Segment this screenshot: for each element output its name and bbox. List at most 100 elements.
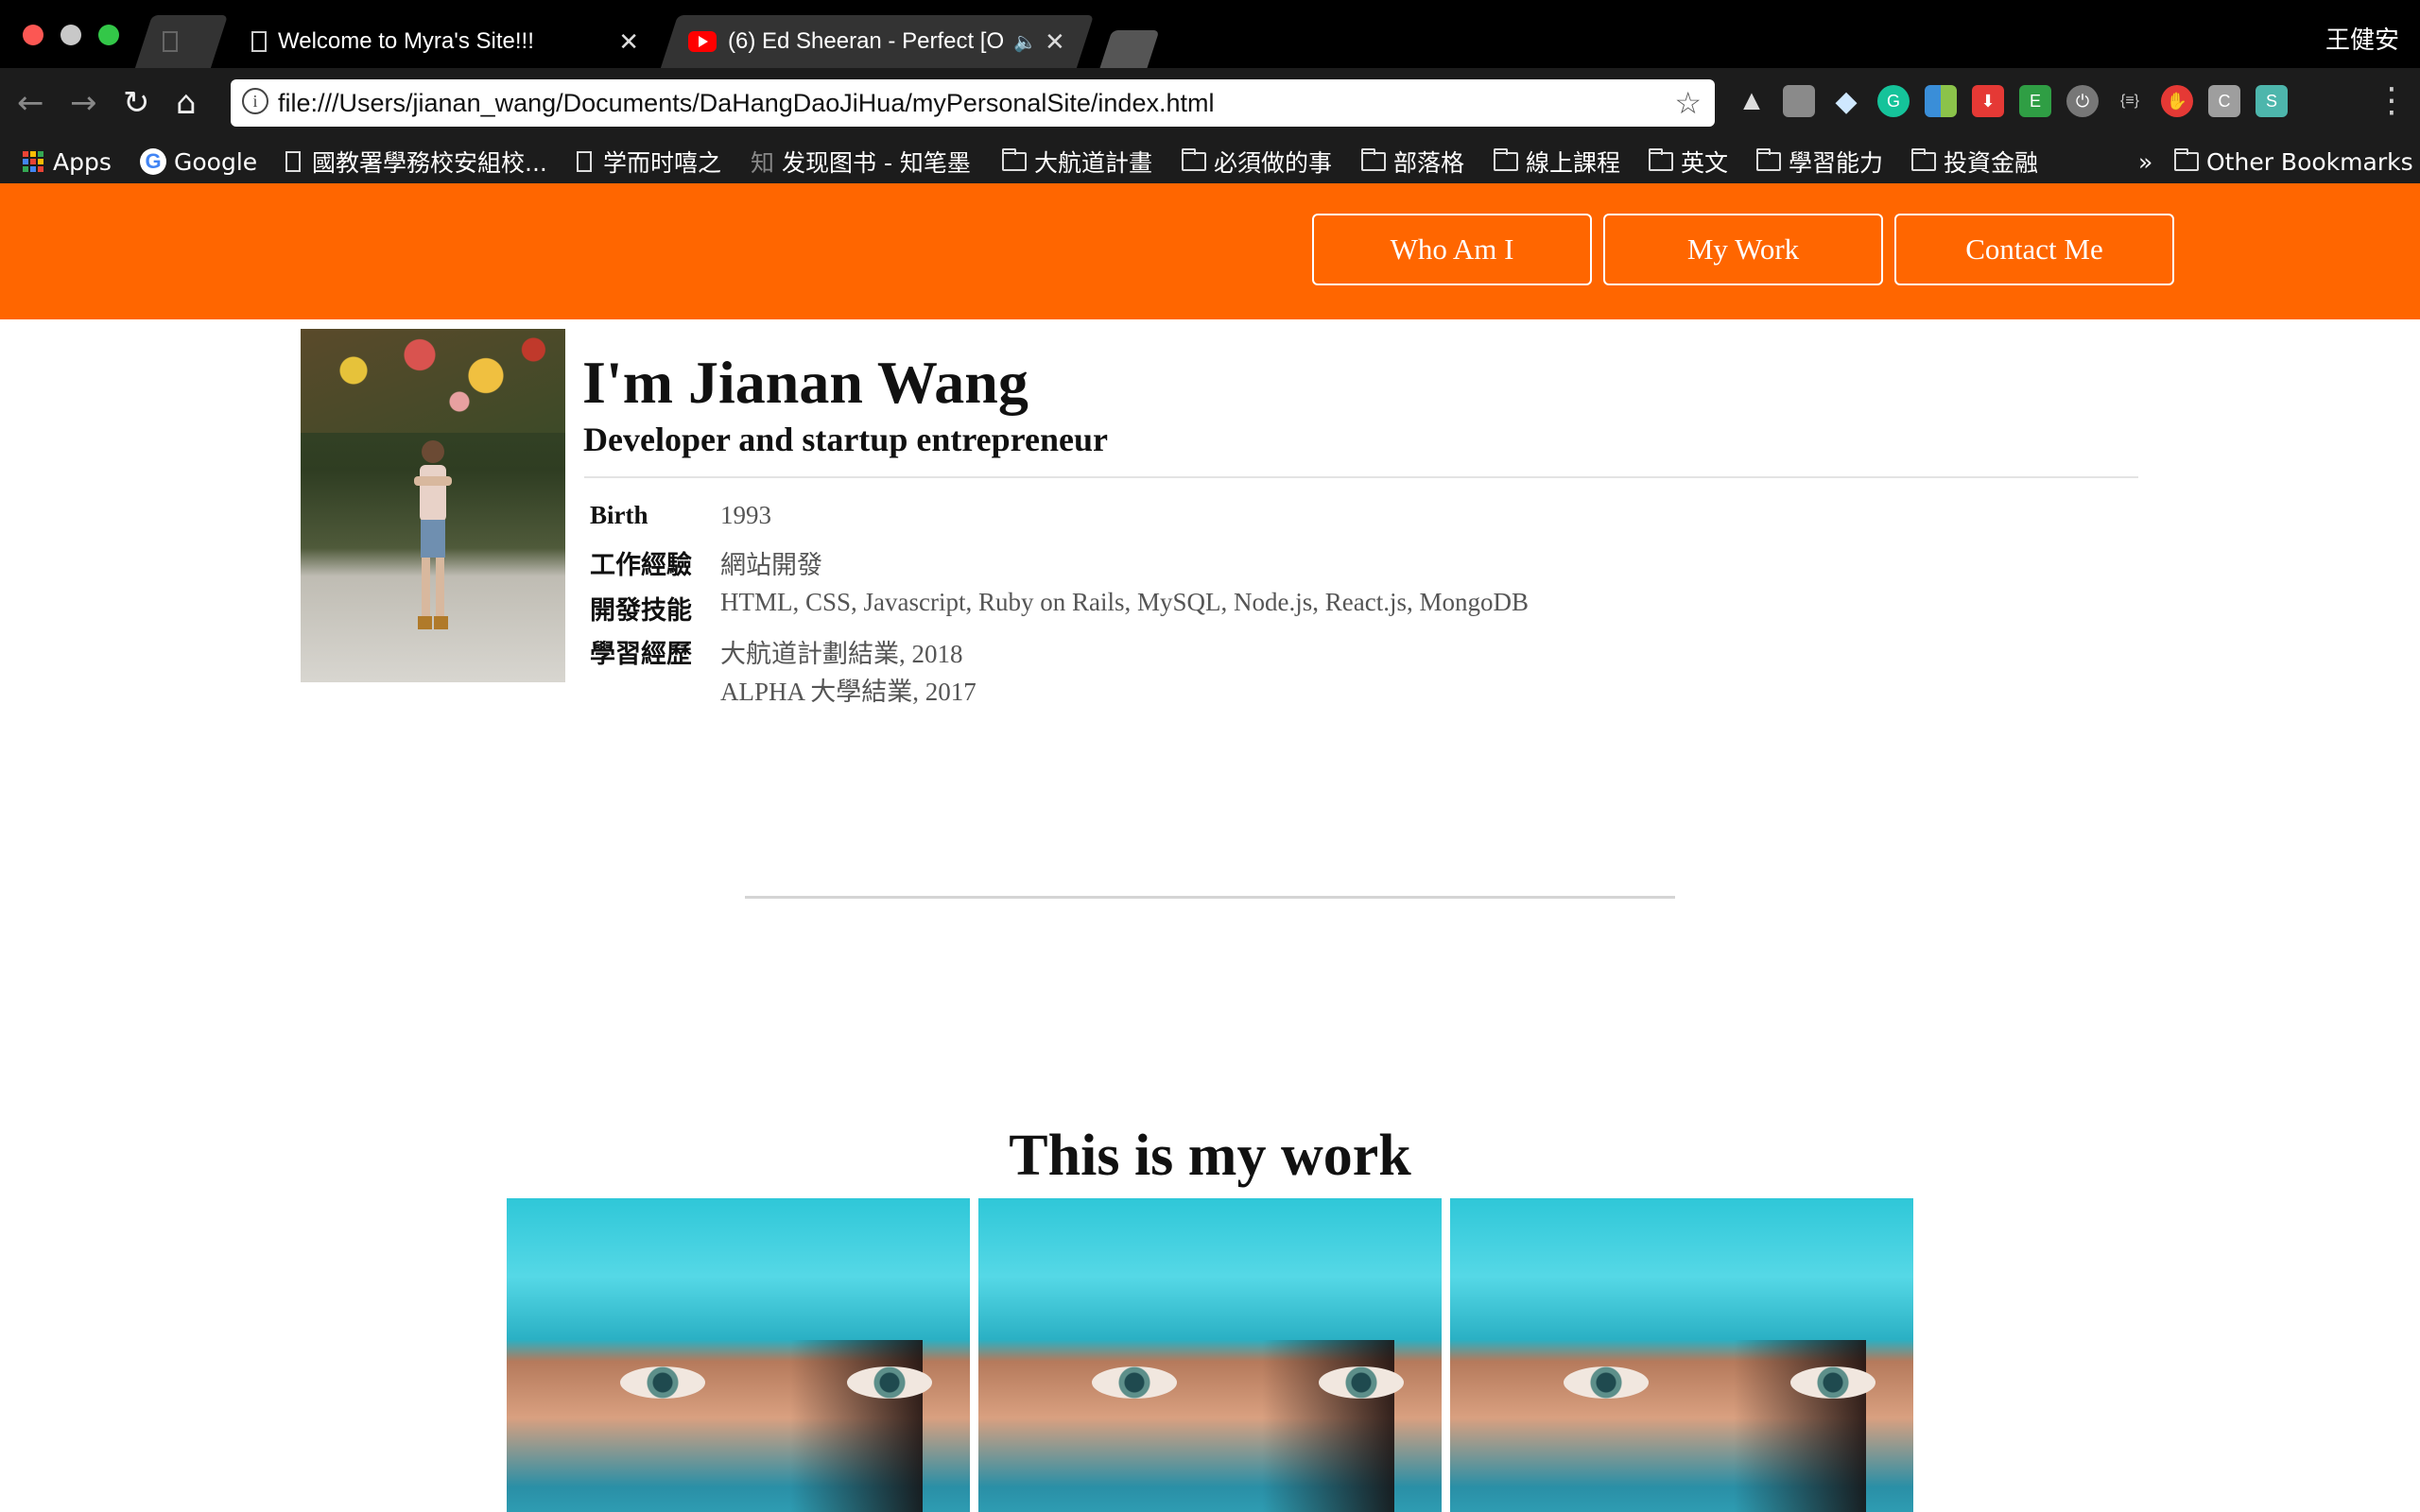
tab-blank[interactable] bbox=[134, 15, 229, 68]
folder-icon bbox=[1361, 148, 1386, 171]
info-value-secondary: ALPHA 大學結業, 2017 bbox=[720, 678, 977, 706]
bookmark-label: 部落格 bbox=[1393, 149, 1465, 177]
json-extension-icon[interactable]: {≡} bbox=[2114, 85, 2146, 117]
zhi-icon: 知 bbox=[751, 149, 775, 177]
home-icon[interactable]: ⌂ bbox=[176, 85, 197, 121]
page-icon bbox=[577, 151, 592, 172]
info-value: 大航道計劃結業, 2018 bbox=[720, 640, 963, 668]
info-icon[interactable]: i bbox=[242, 88, 268, 114]
forward-arrow-icon[interactable]: → bbox=[70, 85, 97, 121]
bookmark-folder-finance[interactable]: 投資金融 bbox=[1911, 140, 2038, 183]
tab-strip: Welcome to Myra's Site!!! ✕ (6) Ed Sheer… bbox=[0, 0, 2420, 68]
window-minimize-button[interactable] bbox=[60, 25, 81, 45]
bookmark-label: 投資金融 bbox=[1944, 149, 2039, 177]
close-tab-icon[interactable]: ✕ bbox=[1045, 27, 1065, 57]
address-bar[interactable]: i file:///Users/jianan_wang/Documents/Da… bbox=[231, 79, 1715, 127]
folder-icon bbox=[1756, 148, 1781, 171]
bookmark-school-safety[interactable]: 國教署學務校安組校... bbox=[285, 140, 547, 183]
puzzle-extension-icon[interactable] bbox=[1783, 85, 1815, 117]
apps-grid-icon bbox=[23, 151, 43, 172]
work-section-title: This is my work bbox=[1009, 1124, 1411, 1188]
bookmark-label: 发现图书 - 知笔墨 bbox=[782, 149, 971, 177]
bookmark-label: 英文 bbox=[1681, 149, 1729, 177]
folder-icon bbox=[1002, 148, 1027, 171]
diamond-extension-icon[interactable]: ◆ bbox=[1830, 85, 1862, 117]
page-icon bbox=[251, 31, 267, 52]
window-close-button[interactable] bbox=[23, 25, 43, 45]
bookmark-label: 大航道計畫 bbox=[1034, 149, 1153, 177]
grid-extension-icon[interactable] bbox=[1925, 85, 1957, 117]
adblock-icon[interactable]: ✋ bbox=[2161, 85, 2193, 117]
page-subtitle: Developer and startup entrepreneur bbox=[583, 421, 1108, 458]
bookmark-xueershi[interactable]: 学而时嘻之 bbox=[577, 140, 721, 183]
s-extension-icon[interactable]: S bbox=[2256, 85, 2288, 117]
back-arrow-icon[interactable]: ← bbox=[17, 85, 44, 121]
bookmark-folder-blog[interactable]: 部落格 bbox=[1361, 140, 1464, 183]
reload-icon[interactable]: ↻ bbox=[123, 85, 150, 121]
evernote-icon[interactable]: E bbox=[2019, 85, 2051, 117]
folder-icon bbox=[1649, 148, 1673, 171]
bookmark-label: 國教署學務校安組校... bbox=[312, 149, 547, 177]
bookmark-folder-courses[interactable]: 線上課程 bbox=[1494, 140, 1620, 183]
bookmark-apps[interactable]: Apps bbox=[23, 140, 112, 183]
info-key: 學習經歷 bbox=[590, 640, 692, 668]
nav-who-am-i-button[interactable]: Who Am I bbox=[1312, 214, 1592, 285]
bookmark-google[interactable]: G Google bbox=[140, 140, 257, 183]
bookmark-label: 學習能力 bbox=[1789, 149, 1884, 177]
work-image[interactable] bbox=[507, 1198, 970, 1512]
page-icon bbox=[163, 31, 178, 52]
info-value: 1993 bbox=[720, 501, 771, 529]
tab-myra-site[interactable]: Welcome to Myra's Site!!! ✕ bbox=[223, 15, 667, 68]
folder-icon bbox=[1494, 148, 1518, 171]
tab-youtube[interactable]: (6) Ed Sheeran - Perfect [O 🔈 ✕ bbox=[660, 15, 1095, 68]
power-extension-icon[interactable]: ⏻ bbox=[2066, 85, 2099, 117]
tab-title: (6) Ed Sheeran - Perfect [O bbox=[728, 28, 1005, 54]
window-zoom-button[interactable] bbox=[98, 25, 119, 45]
page-icon bbox=[285, 151, 301, 172]
section-divider bbox=[745, 896, 1675, 899]
nav-my-work-button[interactable]: My Work bbox=[1603, 214, 1883, 285]
bookmark-zhibimo[interactable]: 知 发现图书 - 知笔墨 bbox=[751, 140, 971, 183]
audio-icon[interactable]: 🔈 bbox=[1013, 30, 1037, 54]
download-extension-icon[interactable]: ⬇ bbox=[1972, 85, 2004, 117]
other-bookmarks[interactable]: Other Bookmarks bbox=[2174, 140, 2413, 183]
google-drive-icon[interactable]: ▲ bbox=[1736, 85, 1768, 117]
bookmark-label: Apps bbox=[53, 147, 112, 176]
extensions-area: ▲ ◆ G ⬇ E ⏻ {≡} ✋ C S bbox=[1736, 85, 2288, 117]
bookmarks-overflow-button[interactable]: » bbox=[2138, 140, 2152, 183]
bookmark-folder-english[interactable]: 英文 bbox=[1649, 140, 1728, 183]
page-title: I'm Jianan Wang bbox=[582, 349, 1028, 416]
bookmark-label: Google bbox=[174, 147, 258, 176]
bookmark-folder-learning[interactable]: 學習能力 bbox=[1756, 140, 1883, 183]
bookmark-label: 必須做的事 bbox=[1214, 149, 1333, 177]
address-url[interactable]: file:///Users/jianan_wang/Documents/DaHa… bbox=[278, 79, 1214, 127]
site-header: Who Am I My Work Contact Me bbox=[0, 183, 2420, 319]
bookmark-star-icon[interactable]: ☆ bbox=[1674, 85, 1702, 121]
work-image[interactable] bbox=[978, 1198, 1442, 1512]
bookmark-folder-todo[interactable]: 必須做的事 bbox=[1182, 140, 1332, 183]
youtube-icon bbox=[688, 31, 717, 52]
profile-photo bbox=[301, 329, 565, 682]
close-tab-icon[interactable]: ✕ bbox=[618, 27, 639, 57]
info-value: 網站開發 bbox=[720, 551, 822, 579]
new-tab-button[interactable] bbox=[1099, 30, 1160, 68]
bookmark-label: 線上課程 bbox=[1526, 149, 1621, 177]
divider bbox=[584, 476, 2138, 478]
folder-icon bbox=[1182, 148, 1206, 171]
profile-name[interactable]: 王健安 bbox=[2325, 21, 2399, 56]
google-icon: G bbox=[140, 148, 166, 175]
info-key: Birth bbox=[590, 501, 648, 529]
c-extension-icon[interactable]: C bbox=[2208, 85, 2240, 117]
folder-icon bbox=[2174, 148, 2199, 171]
info-key: 開發技能 bbox=[590, 596, 692, 625]
browser-menu-icon[interactable]: ⋮ bbox=[2375, 81, 2409, 120]
bookmark-folder-dahangdao[interactable]: 大航道計畫 bbox=[1002, 140, 1152, 183]
other-bookmarks-label: Other Bookmarks bbox=[2206, 147, 2413, 176]
tab-title: Welcome to Myra's Site!!! bbox=[278, 28, 534, 54]
info-value: HTML, CSS, Javascript, Ruby on Rails, My… bbox=[720, 588, 1529, 616]
work-image[interactable] bbox=[1450, 1198, 1913, 1512]
nav-contact-me-button[interactable]: Contact Me bbox=[1894, 214, 2174, 285]
grammarly-icon[interactable]: G bbox=[1877, 85, 1910, 117]
person-figure bbox=[414, 440, 452, 629]
bookmarks-bar: Apps G Google 國教署學務校安組校... 学而时嘻之 知 发现图书 … bbox=[0, 140, 2420, 183]
